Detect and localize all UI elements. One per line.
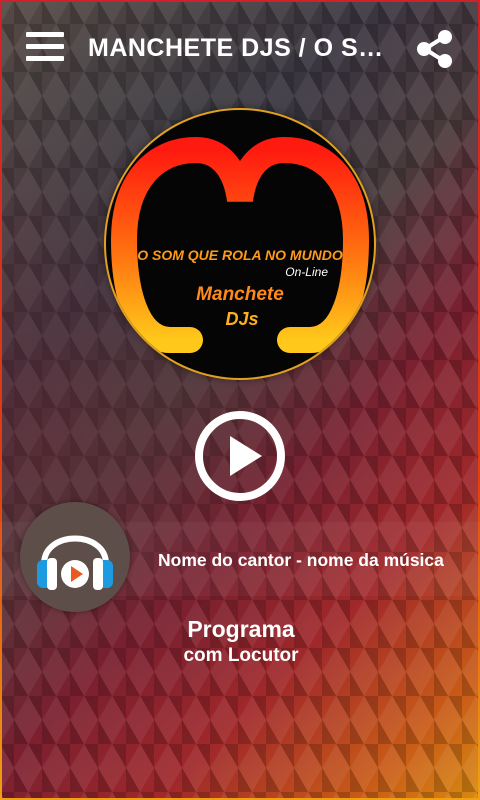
play-button[interactable] [194,410,286,502]
headphones-icon [20,502,130,612]
program-host: com Locutor [183,645,299,666]
logo-brand-line2: DJs [225,309,258,329]
logo-tagline: O SOM QUE ROLA NO MUNDO [137,247,343,263]
top-bar: MANCHETE DJS / O SO... [0,0,480,100]
program-info: Programa com Locutor [130,615,352,669]
program-title: Programa [187,616,295,642]
app-title: MANCHETE DJS / O SO... [88,34,398,62]
share-icon[interactable] [414,28,456,70]
logo-online: On-Line [285,265,328,279]
hamburger-menu-icon[interactable] [26,32,64,64]
song-title: Nome do cantor - nome da música [158,550,444,570]
logo-brand-line1: Manchete [196,284,284,305]
play-icon [195,411,285,501]
station-logo: O SOM QUE ROLA NO MUNDO On-Line Manchete… [106,110,374,378]
